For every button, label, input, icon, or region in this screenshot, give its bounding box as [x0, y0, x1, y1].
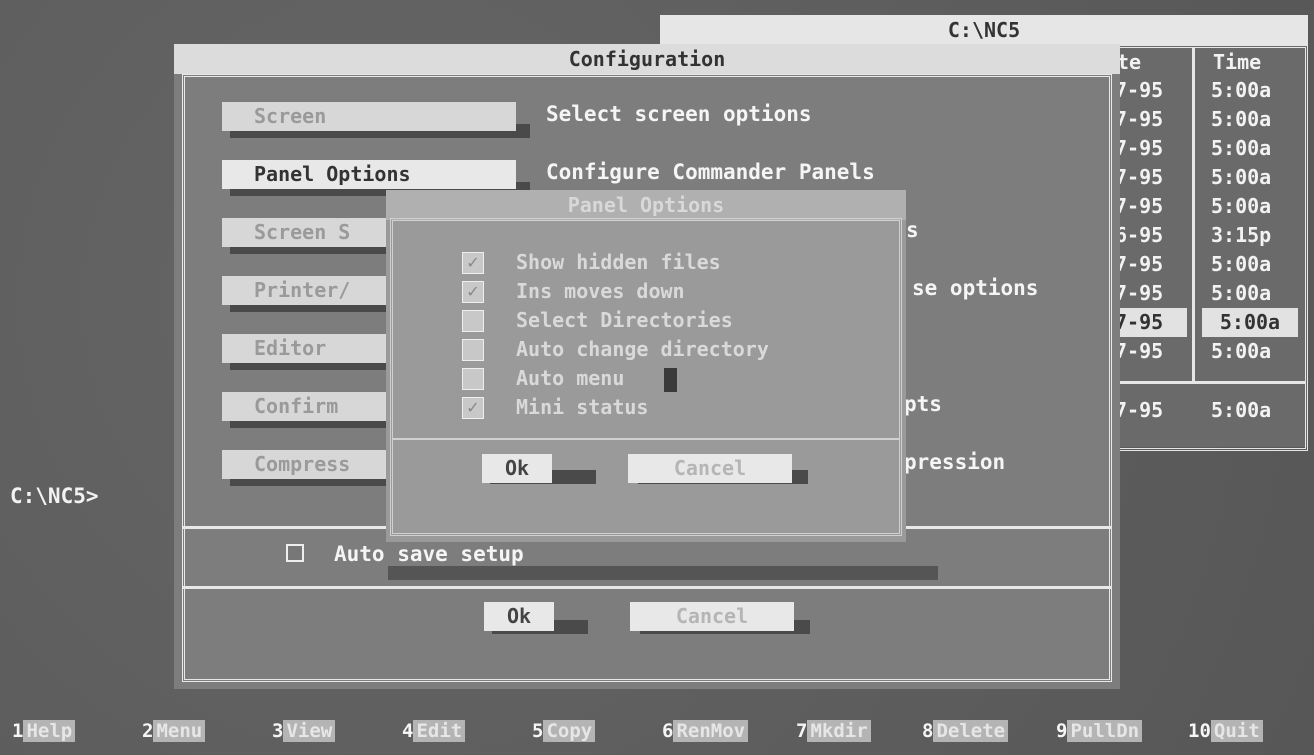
checkbox-show-hidden[interactable]: ✓	[462, 252, 484, 274]
printer-mouse-description: se options	[912, 276, 1039, 300]
mini-status-date: 7-95	[1115, 398, 1164, 422]
fkey-quit[interactable]: 10 Quit	[1188, 713, 1263, 749]
row-date[interactable]: 7-95	[1115, 105, 1163, 134]
checkbox-auto-change-dir[interactable]	[462, 339, 484, 361]
text-cursor	[664, 368, 677, 392]
row-date[interactable]: 7-95	[1115, 192, 1163, 221]
row-time[interactable]: 5:00a	[1211, 163, 1271, 192]
screen-description: Select screen options	[546, 102, 812, 126]
fkey-pulldn[interactable]: 9 PullDn	[1056, 713, 1143, 749]
fkey-view[interactable]: 3 View	[272, 713, 336, 749]
divider	[393, 438, 899, 440]
checkmark-icon: ✓	[466, 398, 480, 417]
row-time[interactable]: 5:00a	[1211, 134, 1271, 163]
fkey-delete[interactable]: 8 Delete	[922, 713, 1009, 749]
panel-options-title: Panel Options	[386, 190, 906, 220]
row-time[interactable]: 3:15p	[1211, 221, 1271, 250]
time-header: Time	[1213, 50, 1262, 74]
checkbox-auto-menu[interactable]	[462, 368, 484, 390]
checkbox-ins-moves-down[interactable]: ✓	[462, 281, 484, 303]
row-date[interactable]: 6-95	[1115, 221, 1163, 250]
fkey-copy[interactable]: 5 Copy	[532, 713, 596, 749]
row-time[interactable]: 5:00a	[1211, 279, 1271, 308]
row-time[interactable]: 5:00a	[1211, 337, 1271, 366]
option-show-hidden[interactable]: Show hidden files	[516, 248, 721, 277]
fkey-edit[interactable]: 4 Edit	[402, 713, 466, 749]
fkey-mkdir[interactable]: 7 Mkdir	[796, 713, 871, 749]
panel-options-dialog: Panel Options ✓ Show hidden files ✓ Ins …	[386, 190, 906, 542]
option-select-directories[interactable]: Select Directories	[516, 306, 733, 335]
row-date[interactable]: 7-95	[1115, 76, 1163, 105]
option-mini-status[interactable]: Mini status	[516, 393, 648, 422]
fkey-menu[interactable]: 2 Menu	[142, 713, 206, 749]
panel-path-title: C:\NC5	[660, 15, 1308, 45]
checkmark-icon: ✓	[466, 282, 480, 301]
panel-options-description: Configure Commander Panels	[546, 160, 875, 184]
row-time[interactable]: 5:00a	[1211, 76, 1271, 105]
row-time[interactable]: 5:00a	[1211, 105, 1271, 134]
panel-options-button[interactable]: Panel Options	[222, 160, 516, 189]
row-date[interactable]: 7-95	[1115, 250, 1163, 279]
column-divider	[1192, 48, 1195, 381]
auto-save-label: Auto save setup	[334, 542, 524, 566]
checkbox-select-directories[interactable]	[462, 310, 484, 332]
row-time-selected[interactable]: 5:00a	[1202, 308, 1298, 337]
function-key-bar: 1 Help 2 Menu 3 View 4 Edit 5 Copy 6 RenMov 7M…	[0, 713, 1314, 749]
auto-save-checkbox[interactable]	[286, 544, 304, 562]
command-prompt[interactable]: C:\NC5>	[10, 484, 99, 508]
row-date[interactable]: 7-95	[1115, 163, 1163, 192]
row-date[interactable]: 7-95	[1115, 134, 1163, 163]
option-ins-moves-down[interactable]: Ins moves down	[516, 277, 685, 306]
mini-status-time: 5:00a	[1211, 398, 1272, 422]
row-date[interactable]: 7-95	[1115, 279, 1163, 308]
fkey-renmov[interactable]: 6 RenMov	[662, 713, 749, 749]
compression-description: pression	[904, 450, 1006, 474]
dialog-title: Configuration	[174, 44, 1120, 74]
shadow	[388, 566, 938, 580]
checkmark-icon: ✓	[466, 253, 480, 272]
row-time[interactable]: 5:00a	[1211, 192, 1271, 221]
option-auto-change-dir[interactable]: Auto change directory	[516, 335, 769, 364]
fkey-help[interactable]: 1 Help	[12, 713, 76, 749]
date-header: te	[1117, 50, 1142, 74]
option-auto-menu[interactable]: Auto menu	[516, 364, 624, 393]
checkbox-mini-status[interactable]: ✓	[462, 397, 484, 419]
row-time[interactable]: 5:00a	[1211, 250, 1271, 279]
divider	[182, 586, 1112, 589]
panel-options-ok-button[interactable]: Ok	[482, 454, 552, 483]
cancel-button[interactable]: Cancel	[630, 602, 794, 631]
confirmation-description: pts	[904, 392, 942, 416]
row-date[interactable]: 7-95	[1115, 337, 1163, 366]
screen-button[interactable]: Screen	[222, 102, 516, 131]
row-date-selected[interactable]: 7-95	[1115, 308, 1187, 337]
ok-button[interactable]: Ok	[484, 602, 554, 631]
screen-saver-description: s	[906, 218, 919, 242]
panel-options-cancel-button[interactable]: Cancel	[628, 454, 792, 483]
